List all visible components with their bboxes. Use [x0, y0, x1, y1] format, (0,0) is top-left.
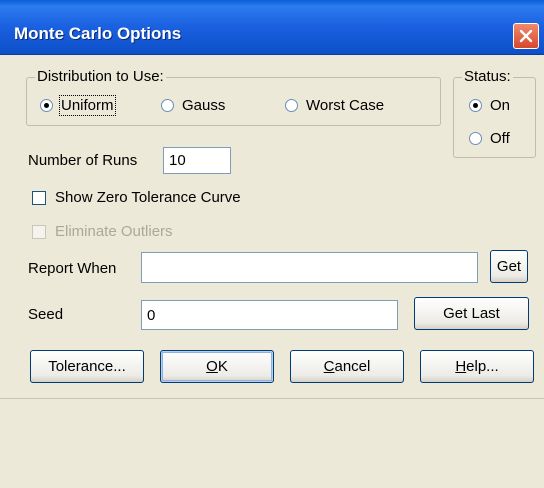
tolerance-button[interactable]: Tolerance... [30, 350, 144, 383]
radio-off-label: Off [490, 130, 510, 147]
cancel-button[interactable]: Cancel [290, 350, 404, 383]
radio-status-off[interactable]: Off [469, 130, 510, 147]
separator-line [0, 398, 544, 399]
runs-value: 10 [169, 152, 186, 169]
radio-worst-case-circle [285, 99, 298, 112]
seed-value: 0 [147, 306, 156, 324]
ok-button[interactable]: OK [160, 350, 274, 383]
status-group-label: Status: [462, 68, 513, 85]
distribution-group-label: Distribution to Use: [35, 68, 166, 85]
radio-gauss[interactable]: Gauss [161, 97, 225, 114]
radio-gauss-circle [161, 99, 174, 112]
runs-input[interactable]: 10 [163, 147, 231, 174]
radio-on-circle [469, 99, 482, 112]
radio-uniform-circle [40, 99, 53, 112]
radio-on-label: On [490, 97, 511, 114]
get-button[interactable]: Get [490, 250, 528, 283]
seed-label: Seed [28, 306, 64, 323]
help-button[interactable]: Help... [420, 350, 534, 383]
eliminate-outliers-box [32, 224, 46, 239]
eliminate-outliers-checkbox[interactable]: Eliminate Outliers [32, 223, 173, 240]
close-icon [519, 29, 533, 43]
show-zero-checkbox[interactable]: Show Zero Tolerance Curve [32, 189, 241, 206]
cancel-mnemonic: C [323, 358, 335, 375]
window-title: Monte Carlo Options [14, 24, 182, 43]
eliminate-outliers-label: Eliminate Outliers [55, 223, 173, 240]
show-zero-box [32, 190, 46, 205]
radio-worst-case-label: Worst Case [306, 97, 385, 114]
radio-status-on[interactable]: On [469, 97, 510, 114]
radio-gauss-label: Gauss [182, 97, 226, 114]
show-zero-label: Show Zero Tolerance Curve [55, 189, 241, 206]
ok-label-rest: K [217, 358, 228, 375]
radio-worst-case[interactable]: Worst Case [285, 97, 384, 114]
radio-uniform[interactable]: Uniform [40, 95, 116, 116]
runs-label: Number of Runs [28, 152, 138, 169]
dialog-body: Distribution to Use: Uniform Gauss Worst… [0, 55, 544, 488]
radio-off-circle [469, 132, 482, 145]
seed-input[interactable]: 0 [141, 300, 398, 330]
get-last-button[interactable]: Get Last [414, 297, 529, 330]
ok-mnemonic: O [206, 358, 218, 375]
help-mnemonic: H [455, 358, 467, 375]
dialog-window: Monte Carlo Options Distribution to Use:… [0, 0, 544, 488]
radio-uniform-label: Uniform [59, 95, 116, 116]
report-when-input[interactable] [141, 252, 478, 283]
cancel-label-rest: ancel [334, 358, 371, 375]
close-button[interactable] [513, 23, 539, 49]
help-label-rest: elp... [466, 358, 499, 375]
title-bar[interactable]: Monte Carlo Options [0, 0, 544, 55]
report-when-label: Report When [28, 260, 117, 277]
